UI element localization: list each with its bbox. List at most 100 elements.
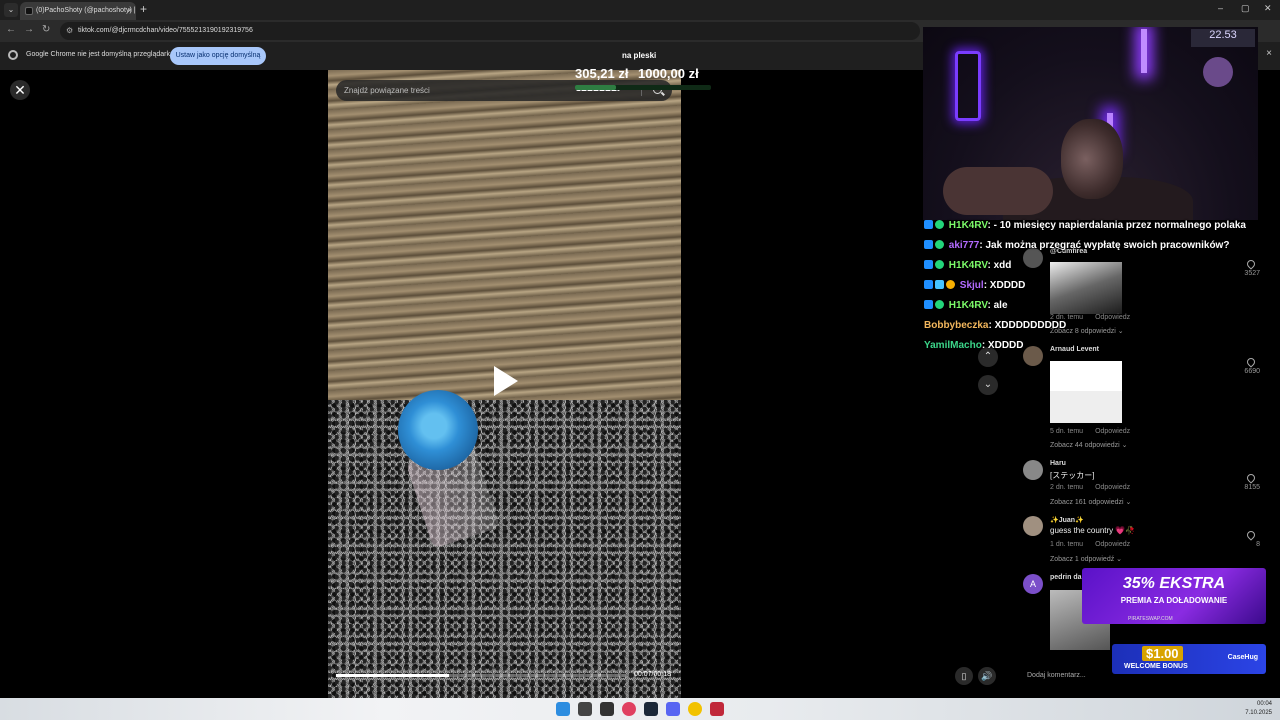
chat-user: Bobbybeczka	[924, 320, 989, 331]
video-frame-floor	[328, 400, 681, 698]
set-default-button[interactable]: Ustaw jako opcję domyślną	[170, 47, 266, 65]
windows-taskbar: 00:04 7.10.2025	[0, 698, 1280, 720]
window-close-button[interactable]: ✕	[1264, 3, 1272, 14]
streamer-head	[1061, 119, 1123, 199]
taskbar-clock[interactable]: 00:04 7.10.2025	[1245, 700, 1272, 718]
chat-message: aki777: Jak można przegrać wypłatę swoic…	[924, 236, 1274, 256]
task-view-icon[interactable]	[600, 702, 614, 716]
volume-icon[interactable]: 🔊	[978, 667, 996, 685]
discord-icon[interactable]	[666, 702, 680, 716]
chat-message: Skjul: XDDDD	[924, 276, 1274, 296]
chat-message: H1K4RV: - 10 miesięcy napierdalania prze…	[924, 216, 1274, 236]
avatar[interactable]	[1023, 460, 1043, 480]
promo-subtitle: PREMIA ZA DOŁADOWANIE	[1120, 596, 1228, 605]
reply-button[interactable]: Odpowiedz	[1095, 428, 1130, 435]
infobar-message: Google Chrome nie jest domyślną przegląd…	[26, 51, 174, 58]
video-time: 00:07/00:18	[634, 671, 671, 678]
donation-goal-current: 305,21 zł	[575, 66, 629, 81]
chat-user: H1K4RV	[948, 300, 988, 311]
like-count: 8155	[1244, 484, 1260, 491]
prime-badge-icon	[924, 280, 933, 289]
obs-icon[interactable]	[710, 702, 724, 716]
chrome-taskbar-icon[interactable]	[688, 702, 702, 716]
reply-button[interactable]: Odpowiedz	[1095, 541, 1130, 548]
play-icon[interactable]	[494, 366, 518, 396]
chat-user: aki777	[948, 240, 980, 251]
picture-in-picture-icon[interactable]: ▯	[955, 667, 973, 685]
comment-image[interactable]	[1050, 361, 1122, 423]
sub-badge-icon	[935, 240, 944, 249]
streamer-webcam: 22.53	[923, 27, 1258, 220]
infobar-close-button[interactable]: ×	[1266, 48, 1272, 59]
sub-badge-icon	[935, 220, 944, 229]
back-button[interactable]: ←	[6, 24, 16, 35]
tab-tiktok[interactable]: (0)PachoShoty (@pachoshoty) | ×	[20, 2, 136, 20]
neon-sign	[955, 51, 981, 121]
view-replies-button[interactable]: Zobacz 44 odpowiedzi ⌄	[1050, 441, 1127, 449]
mask-decoration	[1203, 57, 1233, 87]
address-bar[interactable]: ⚙ tiktok.com/@djcrmcdchan/video/75552131…	[60, 22, 920, 40]
donation-goal-fill	[575, 85, 617, 90]
bonus-amount: $1.00	[1142, 646, 1183, 661]
neon-light	[1141, 29, 1147, 73]
maximize-button[interactable]: ▢	[1241, 3, 1250, 14]
minimize-button[interactable]: –	[1218, 3, 1223, 13]
comment-author[interactable]: Haru	[1050, 460, 1066, 467]
like-icon[interactable]	[1245, 529, 1257, 541]
prime-badge-icon	[924, 240, 933, 249]
chrome-icon	[8, 50, 18, 60]
donation-goal-target: 1000,00 zł	[638, 66, 699, 81]
view-replies-button[interactable]: Zobacz 1 odpowiedź ⌄	[1050, 555, 1122, 563]
forward-button[interactable]: →	[24, 24, 34, 35]
chat-user: YamilMacho	[924, 340, 982, 351]
sub-badge-icon	[935, 300, 944, 309]
like-count: 8	[1256, 541, 1260, 548]
reply-button[interactable]: Odpowiedz	[1095, 484, 1130, 491]
tab-search-button[interactable]: ⌄	[4, 3, 18, 17]
chat-text: : XDDDD	[981, 340, 1024, 351]
avatar[interactable]: A	[1023, 574, 1043, 594]
sub-badge-icon	[935, 260, 944, 269]
chat-message: H1K4RV: xdd	[924, 256, 1274, 276]
steam-icon[interactable]	[644, 702, 658, 716]
chat-text: : XDDDDDDDDD	[988, 320, 1067, 331]
chat-text: : XDDDD	[983, 280, 1026, 291]
video-progress-bar[interactable]	[336, 674, 626, 677]
tab-strip: ⌄ (0)PachoShoty (@pachoshoty) | × + – ▢ …	[0, 0, 1280, 20]
promo-site: PIRATESWAP.COM	[1128, 616, 1173, 622]
prime-badge-icon	[924, 300, 933, 309]
comment-author[interactable]: pedrin da	[1050, 574, 1082, 581]
close-video-button[interactable]: ✕	[10, 80, 30, 100]
comment-author[interactable]: ✨Juan✨	[1050, 516, 1084, 524]
gem-badge-icon	[935, 280, 944, 289]
chat-user: H1K4RV	[948, 260, 988, 271]
new-tab-button[interactable]: +	[140, 2, 147, 16]
chat-user: Skjul	[959, 280, 984, 291]
like-icon[interactable]	[1245, 472, 1257, 484]
tab-close-button[interactable]: ×	[127, 2, 132, 20]
promo-banner: 35% EKSTRA PREMIA ZA DOŁADOWANIE	[1082, 568, 1266, 624]
chat-message: H1K4RV: ale	[924, 296, 1274, 316]
app-icon[interactable]	[622, 702, 636, 716]
view-replies-button[interactable]: Zobacz 161 odpowiedzi ⌄	[1050, 498, 1131, 506]
promo-title: 35% EKSTRA	[1122, 575, 1226, 592]
comment-text: guess the country 💗🥀	[1050, 526, 1136, 535]
start-icon[interactable]	[556, 702, 570, 716]
chat-text: : xdd	[987, 260, 1012, 271]
tiktok-favicon-icon	[25, 7, 33, 15]
clock-date: 7.10.2025	[1245, 710, 1272, 716]
reload-button[interactable]: ↻	[42, 24, 50, 35]
site-info-icon[interactable]: ⚙	[66, 22, 73, 40]
comment-meta: 5 dn. temu Odpowiedz	[1050, 428, 1131, 435]
search-placeholder: Znajdź powiązane treści	[344, 86, 430, 95]
tab-title: (0)PachoShoty (@pachoshoty) |	[36, 7, 136, 14]
like-icon[interactable]	[1245, 356, 1257, 368]
next-video-button[interactable]: ⌄	[978, 375, 998, 395]
related-search-input[interactable]: Znajdź powiązane treści	[336, 80, 672, 101]
chat-text: : - 10 miesięcy napierdalania przez norm…	[987, 220, 1246, 231]
search-icon[interactable]	[578, 702, 592, 716]
bits-badge-icon	[946, 280, 955, 289]
avatar[interactable]	[1023, 516, 1043, 536]
video-progress-fill	[336, 674, 450, 677]
chat-message: YamilMacho: XDDDD	[924, 336, 1274, 356]
